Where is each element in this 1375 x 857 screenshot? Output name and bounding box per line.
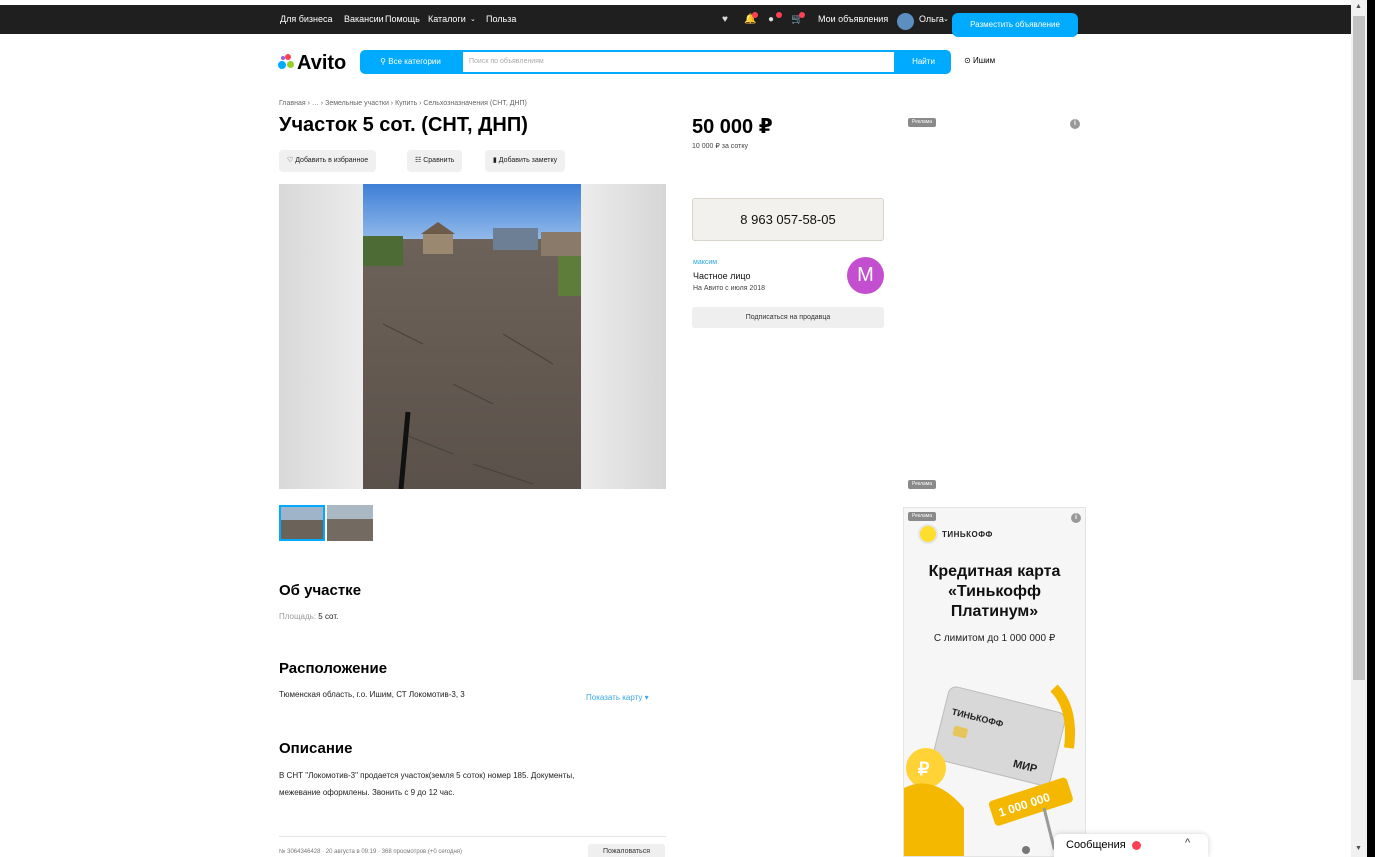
description-line: межевание оформлены. Звонить с 9 до 12 ч… [279, 788, 455, 797]
show-map-link[interactable]: Показать карту ▾ [586, 693, 649, 702]
nav-link-benefit[interactable]: Польза [486, 14, 516, 24]
tinkoff-emblem-icon [918, 524, 938, 544]
seller-since: На Авито с июля 2018 [693, 285, 765, 292]
avito-logo-text: Avito [297, 52, 347, 74]
add-favorite-label: Добавить в избранное [295, 157, 369, 164]
info-icon[interactable]: i [1070, 119, 1080, 129]
all-categories-label: Все категории [388, 57, 441, 66]
ad-brand: ТИНЬКОФФ [942, 530, 993, 539]
scroll-down-arrow-icon[interactable]: ▼ [1355, 845, 1362, 852]
location-selector[interactable]: ⊙ Ишим [964, 56, 995, 65]
cart-icon[interactable]: 🛒 [791, 12, 805, 25]
add-note-button[interactable]: ▮ Добавить заметку [485, 150, 566, 172]
bell-icon[interactable]: 🔔 [744, 12, 758, 25]
photo-blur-right [581, 184, 666, 489]
compare-icon: ☷ [415, 157, 424, 164]
chevron-up-icon[interactable]: ^ [1185, 837, 1190, 849]
my-ads-link[interactable]: Мои объявления [818, 14, 888, 24]
ad-card-illustration: МИР ТИНЬКОФФ ₽ 1 000 000 [904, 684, 1079, 856]
page-title: Участок 5 сот. (СНТ, ДНП) [279, 114, 528, 136]
ad-tag: Реклама [908, 118, 936, 127]
photo-blur-left [279, 184, 363, 489]
location-label: Ишим [972, 56, 996, 65]
ad-tag: Реклама [908, 512, 936, 521]
cart-badge [799, 12, 805, 18]
avito-logo[interactable]: Avito [278, 52, 346, 75]
pin-icon: ⊙ [964, 56, 973, 65]
avito-logo-icon [278, 54, 295, 70]
ad-headline-line: «Тинькофф [948, 583, 1041, 600]
post-ad-button[interactable]: Разместить объявление [952, 13, 1078, 37]
ad-tag: Реклама [908, 480, 936, 489]
description-section-title: Описание [279, 740, 353, 757]
area-param: Площадь: 5 сот. [279, 612, 338, 621]
user-chevron-icon: ⌄ [943, 16, 949, 23]
user-avatar[interactable] [897, 13, 914, 30]
about-section-title: Об участке [279, 582, 362, 599]
ad-limit-text: С лимитом до 1 000 000 ₽ [933, 633, 1056, 644]
main-photo[interactable] [279, 184, 666, 489]
photo-thumbnail[interactable] [327, 505, 373, 541]
ad-headline: Кредитная карта «Тинькофф Платинум» [904, 562, 1085, 622]
ad-headline-line: Кредитная карта [928, 563, 1061, 580]
area-label: Площадь: [279, 612, 317, 621]
scrollbar-thumb[interactable] [1353, 16, 1365, 680]
page: Для бизнеса Вакансии Помощь Каталоги ⌄ П… [0, 0, 1375, 857]
messenger-badge [1132, 841, 1141, 850]
location-section-title: Расположение [279, 660, 388, 677]
price: 50 000 ₽ [692, 116, 773, 138]
scroll-up-arrow-icon[interactable]: ▲ [1355, 3, 1362, 10]
window-edge [1367, 0, 1375, 857]
nav-link-help[interactable]: Помощь [385, 14, 420, 24]
subscribe-seller-button[interactable]: Подписаться на продавца [692, 307, 884, 328]
compare-button[interactable]: ☷ Сравнить [407, 150, 463, 172]
tinkoff-ad-banner[interactable]: Реклама i ТИНЬКОФФ Кредитная карта «Тинь… [903, 507, 1086, 857]
add-favorite-button[interactable]: ♡ Добавить в избранное [279, 150, 377, 172]
area-value: 5 сот. [318, 612, 339, 621]
seller-name-link[interactable]: максим [693, 259, 717, 266]
chat-badge [776, 12, 782, 18]
top-bar: Для бизнеса Вакансии Помощь Каталоги ⌄ П… [0, 5, 1351, 37]
address-text: Тюменская область, г.о. Ишим, СТ Локомот… [279, 690, 465, 699]
catalogs-chevron-icon: ⌄ [470, 16, 476, 23]
seller-type: Частное лицо [693, 271, 751, 281]
seller-avatar[interactable]: М [847, 257, 884, 294]
messenger-label: Сообщения [1066, 839, 1126, 851]
chat-icon[interactable]: ● [768, 12, 782, 25]
find-button[interactable]: Найти [896, 50, 951, 74]
show-map-label: Показать карту [586, 693, 643, 702]
bell-badge [752, 12, 758, 18]
listing-meta: № 3064346428 · 20 августа в 09:19 · 368 … [279, 849, 463, 855]
user-menu[interactable]: Ольга [919, 14, 944, 24]
all-categories-button[interactable]: ⚲ Все категории [360, 50, 461, 74]
nav-link-business[interactable]: Для бизнеса [280, 14, 333, 24]
scrollbar[interactable]: ▲ ▼ [1351, 0, 1367, 857]
search-input[interactable]: Поиск по объявлениям [461, 50, 896, 74]
divider [279, 836, 666, 837]
messenger-widget[interactable]: Сообщения ^ [1054, 834, 1208, 857]
info-icon[interactable]: i [1071, 513, 1081, 523]
nav-link-catalogs[interactable]: Каталоги [428, 14, 466, 24]
heart-icon[interactable]: ♥ [722, 15, 733, 25]
ruble-coin-text: ₽ [918, 759, 930, 779]
chevron-down-icon: ▾ [642, 693, 649, 702]
compare-label: Сравнить [423, 157, 455, 164]
price-per-unit: 10 000 ₽ за сотку [692, 143, 748, 150]
land-plot-photo [363, 184, 581, 489]
description-line: В СНТ "Локомотив-3" продается участок(зе… [279, 771, 575, 780]
add-note-label: Добавить заметку [498, 157, 558, 164]
complain-button[interactable]: Пожаловаться [588, 844, 665, 857]
photo-thumbnail[interactable] [279, 505, 325, 541]
nav-link-vacancies[interactable]: Вакансии [344, 14, 384, 24]
heart-outline-icon: ♡ [287, 157, 296, 164]
ad-headline-line: Платинум» [950, 603, 1039, 620]
breadcrumb[interactable]: Главная › … › Земельные участки › Купить… [279, 100, 527, 107]
phone-button[interactable]: 8 963 057-58-05 [692, 198, 884, 241]
